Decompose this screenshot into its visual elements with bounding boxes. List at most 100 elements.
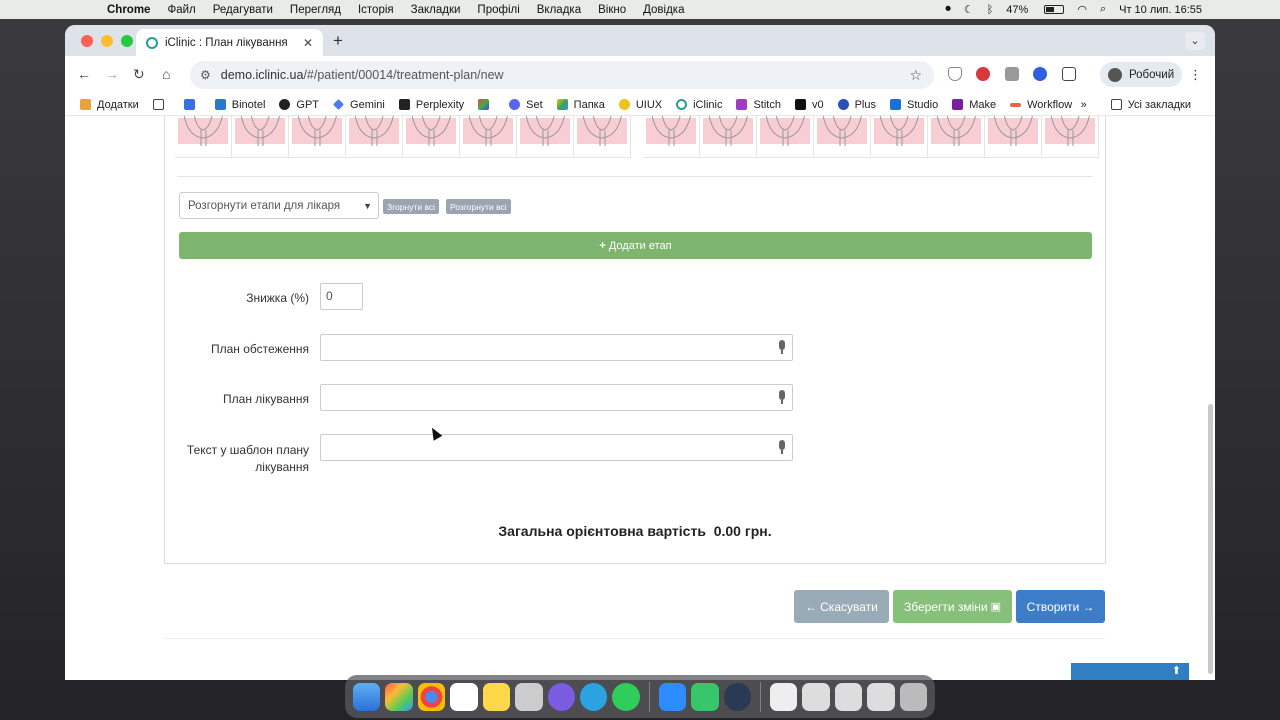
menu-edit[interactable]: Редагувати bbox=[213, 4, 273, 16]
zoom-icon[interactable] bbox=[658, 682, 687, 711]
menu-chrome[interactable]: Chrome bbox=[107, 4, 150, 16]
tooth-cell[interactable] bbox=[289, 116, 346, 158]
moon-icon[interactable]: ☾ bbox=[964, 3, 974, 16]
whatsapp-icon[interactable] bbox=[612, 682, 640, 711]
bookmark-studio[interactable]: Studio bbox=[890, 99, 938, 111]
discount-input[interactable]: 0 bbox=[320, 283, 363, 310]
chrome-menu-icon[interactable]: ⋮ bbox=[1189, 67, 1202, 83]
tooth-cell[interactable] bbox=[985, 116, 1042, 158]
iphone-mirroring-icon[interactable] bbox=[515, 682, 543, 711]
spotlight-search-icon[interactable]: ⌕ bbox=[1100, 3, 1106, 16]
back-arrow-icon[interactable]: ← bbox=[77, 66, 91, 82]
save-changes-button[interactable]: Зберегти зміни ▣ bbox=[893, 590, 1012, 623]
window-thumbnail-icon[interactable] bbox=[867, 682, 895, 711]
adblock-extension-icon[interactable] bbox=[976, 67, 990, 81]
bookmark-set[interactable]: Set bbox=[509, 99, 543, 111]
notes-icon[interactable] bbox=[482, 682, 511, 711]
tooth-cell[interactable] bbox=[517, 116, 574, 158]
tooth-cell[interactable] bbox=[1042, 116, 1099, 158]
shield-extension-icon[interactable] bbox=[948, 67, 962, 81]
all-bookmarks-folder[interactable]: Усі закладки bbox=[1110, 99, 1191, 111]
menu-bookmarks[interactable]: Закладки bbox=[411, 4, 461, 16]
chrome-icon[interactable] bbox=[417, 682, 446, 711]
close-tab-icon[interactable]: ✕ bbox=[303, 36, 313, 50]
site-info-icon[interactable]: ⚙ bbox=[200, 68, 211, 82]
tooth-cell[interactable] bbox=[175, 116, 232, 158]
forward-arrow-icon[interactable]: → bbox=[105, 66, 119, 82]
collapse-all-button[interactable]: Згорнути всі bbox=[383, 199, 440, 214]
bookmark-binotel[interactable]: Binotel bbox=[214, 99, 265, 111]
calendar-icon[interactable] bbox=[450, 682, 478, 711]
cancel-button[interactable]: ← Скасувати bbox=[794, 590, 889, 623]
create-button[interactable]: Створити → bbox=[1016, 590, 1105, 623]
menu-history[interactable]: Історія bbox=[358, 4, 394, 16]
blue-circle-extension-icon[interactable] bbox=[1033, 67, 1047, 81]
bookmark-gpt[interactable]: GPT bbox=[279, 99, 319, 111]
tooth-cell[interactable] bbox=[403, 116, 460, 158]
more-bookmarks-chevron-icon[interactable]: » bbox=[1081, 99, 1087, 111]
tooth-cell[interactable] bbox=[346, 116, 403, 158]
bookmark-make[interactable]: Make bbox=[952, 99, 996, 111]
bookmark-grid[interactable] bbox=[152, 99, 170, 110]
menu-file[interactable]: Файл bbox=[167, 4, 195, 16]
microphone-icon[interactable] bbox=[778, 440, 786, 454]
bookmark-folder-drive[interactable]: Папка bbox=[556, 99, 605, 111]
reload-icon[interactable]: ↻ bbox=[133, 66, 145, 83]
menubar-clock[interactable]: Чт 10 лип. 16:55 bbox=[1119, 4, 1202, 16]
trash-icon[interactable] bbox=[899, 682, 928, 711]
window-thumbnail-icon[interactable] bbox=[834, 682, 863, 711]
tooth-cell[interactable] bbox=[928, 116, 985, 158]
tooth-cell[interactable] bbox=[574, 116, 631, 158]
scroll-to-top-button[interactable]: ⬆ bbox=[1071, 663, 1189, 680]
tooth-cell[interactable] bbox=[232, 116, 289, 158]
close-window-button[interactable] bbox=[81, 35, 93, 47]
viber-icon[interactable] bbox=[547, 682, 575, 711]
tooth-cell[interactable] bbox=[460, 116, 517, 158]
bookmark-gemini[interactable]: Gemini bbox=[333, 99, 385, 111]
menu-window[interactable]: Вікно bbox=[598, 4, 626, 16]
bookmark-workflow[interactable]: Workflow bbox=[1010, 99, 1072, 111]
menu-view[interactable]: Перегляд bbox=[290, 4, 341, 16]
bookmark-perplexity[interactable]: Perplexity bbox=[398, 99, 464, 111]
tab-search-chevron-icon[interactable]: ⌄ bbox=[1185, 32, 1205, 50]
microphone-icon[interactable] bbox=[778, 340, 786, 354]
zoom-window-button[interactable] bbox=[121, 35, 133, 47]
bookmark-v0[interactable]: v0 bbox=[794, 99, 824, 111]
bookmark-uiux[interactable]: UIUX bbox=[618, 99, 662, 111]
minimize-window-button[interactable] bbox=[101, 35, 113, 47]
tooth-cell[interactable] bbox=[757, 116, 814, 158]
template-text-textarea[interactable] bbox=[320, 434, 793, 461]
new-tab-plus-icon[interactable]: + bbox=[333, 31, 343, 51]
bookmark-stitch[interactable]: Stitch bbox=[736, 99, 781, 111]
launchpad-icon[interactable] bbox=[385, 682, 413, 711]
tooth-cell[interactable] bbox=[871, 116, 928, 158]
bookmark-iclinic[interactable]: iClinic bbox=[676, 99, 722, 111]
expand-all-button[interactable]: Розгорнути всі bbox=[446, 199, 511, 214]
tab-active[interactable]: iClinic : План лікування ✕ bbox=[136, 29, 323, 56]
battery-icon[interactable] bbox=[1044, 5, 1065, 14]
menu-profiles[interactable]: Профілі bbox=[477, 4, 519, 16]
microphone-icon[interactable] bbox=[778, 390, 786, 404]
page-scrollbar[interactable] bbox=[1208, 404, 1213, 674]
menu-help[interactable]: Довідка bbox=[643, 4, 684, 16]
record-icon[interactable]: ⏺ bbox=[945, 3, 951, 16]
document-thumbnail-icon[interactable] bbox=[770, 682, 798, 711]
profile-button[interactable]: Робочий bbox=[1100, 62, 1182, 87]
address-bar[interactable]: ⚙ demo.iclinic.ua/#/patient/00014/treatm… bbox=[190, 61, 934, 89]
facetime-icon[interactable] bbox=[691, 682, 719, 711]
exam-plan-textarea[interactable] bbox=[320, 334, 793, 361]
bookmark-blue[interactable] bbox=[183, 99, 201, 110]
treatment-plan-textarea[interactable] bbox=[320, 384, 793, 411]
bookmark-star-icon[interactable]: ☆ bbox=[909, 67, 922, 84]
tooth-cell[interactable] bbox=[700, 116, 757, 158]
wifi-icon[interactable]: ◠ bbox=[1077, 3, 1087, 16]
home-icon[interactable]: ⌂ bbox=[162, 66, 170, 82]
extensions-puzzle-icon[interactable] bbox=[1062, 67, 1076, 81]
menu-tab[interactable]: Вкладка bbox=[537, 4, 581, 16]
camera-extension-icon[interactable] bbox=[1005, 67, 1019, 81]
stages-expand-select[interactable]: Розгорнути етапи для лікаря ▼ bbox=[179, 192, 379, 219]
bluetooth-icon[interactable]: ᛒ bbox=[987, 4, 994, 16]
bookmark-apps[interactable]: Додатки bbox=[80, 99, 139, 111]
tooth-cell[interactable] bbox=[643, 116, 700, 158]
window-thumbnail-icon[interactable] bbox=[802, 682, 830, 711]
